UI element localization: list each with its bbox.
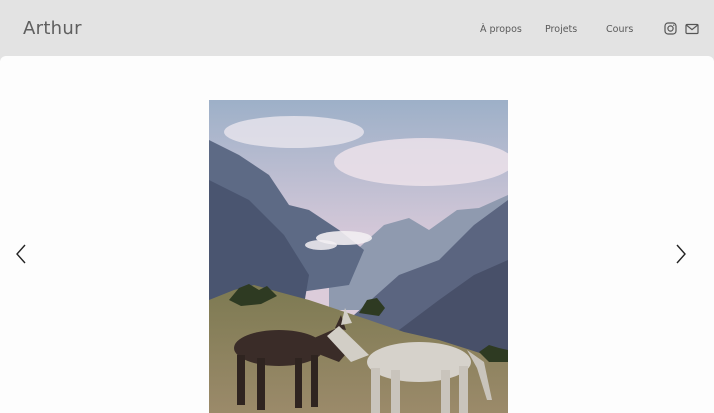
site-brand-link[interactable]: Arthur [23,18,82,39]
site-header: Arthur À propos Projets Cours [0,0,714,56]
instagram-icon[interactable] [664,22,677,40]
chevron-right-icon[interactable] [670,242,690,266]
nav-item-cours[interactable]: Cours [606,24,633,35]
chevron-left-icon[interactable] [12,242,32,266]
nav-item-projets[interactable]: Projets [545,24,577,35]
mail-icon[interactable] [685,22,699,40]
gallery-photo [209,100,508,413]
nav-item-a-propos[interactable]: À propos [480,24,522,35]
